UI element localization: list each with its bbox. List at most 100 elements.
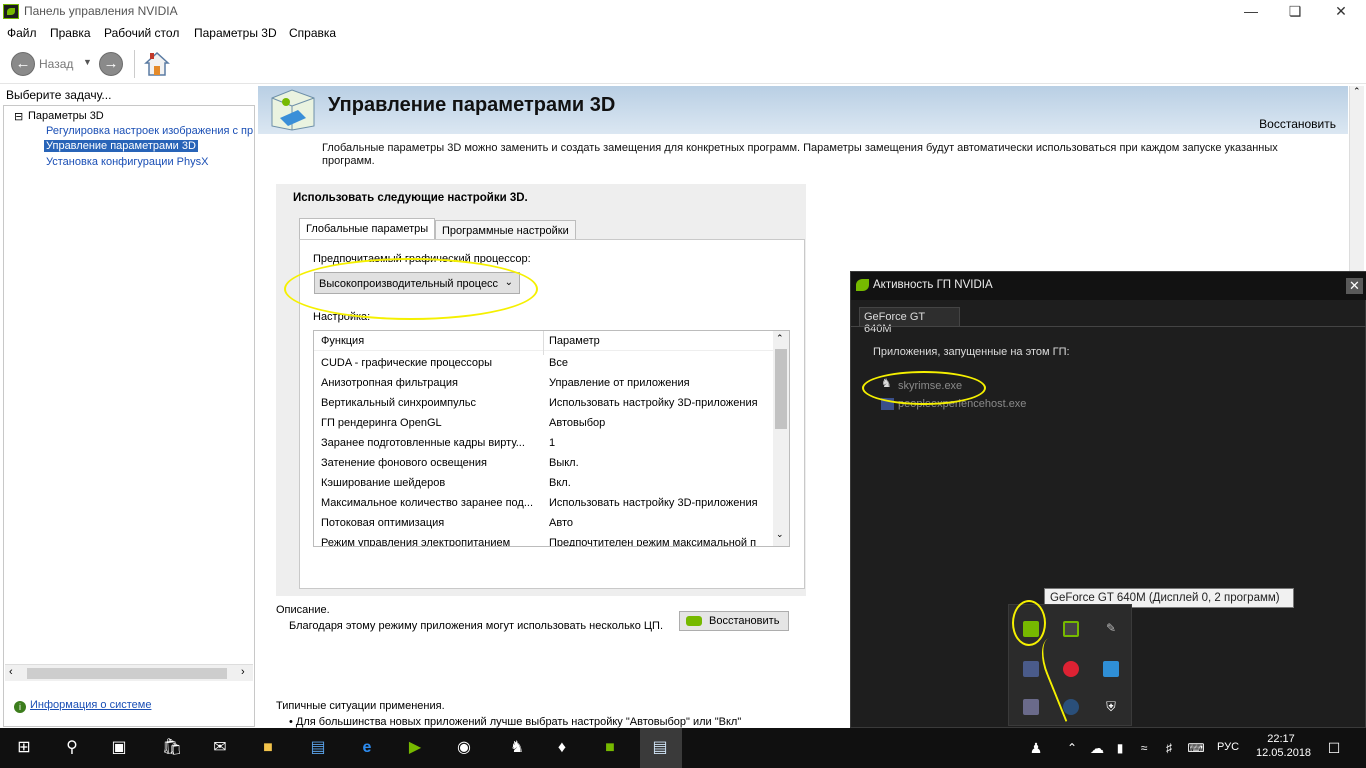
keyboard-icon[interactable]: ⌨: [1184, 736, 1208, 760]
window-title: Панель управления NVIDIA: [24, 4, 178, 18]
toolbar: ← Назад ▼ →: [0, 44, 1366, 84]
tab-gpu[interactable]: GeForce GT 640M: [859, 307, 960, 335]
start-icon[interactable]: ⊞: [12, 736, 36, 760]
restore-link[interactable]: Восстановить: [1259, 117, 1336, 131]
settings-panel: Использовать следующие настройки 3D. Гло…: [276, 184, 806, 631]
folder-icon[interactable]: ■: [256, 736, 280, 760]
description-text: Благодаря этому режиму приложения могут …: [289, 620, 664, 632]
scroll-up-icon[interactable]: ⌃: [776, 333, 784, 344]
edge-icon[interactable]: e: [355, 736, 379, 760]
tree-item-image-settings[interactable]: Регулировка настроек изображения с пр: [46, 125, 253, 137]
task-tree: ⊟ Параметры 3D Регулировка настроек изоб…: [3, 105, 255, 727]
computer-icon[interactable]: ▤: [306, 736, 330, 760]
volume-icon[interactable]: ♯: [1157, 736, 1181, 760]
highlight-annotation: [284, 258, 538, 320]
3d-settings-icon: [271, 89, 315, 131]
highlight-annotation: [1012, 600, 1046, 646]
gpu-activity-taskbar-icon[interactable]: ▤: [648, 736, 672, 760]
maximize-button[interactable]: ❏: [1272, 0, 1318, 24]
table-row[interactable]: Вертикальный синхроимпульс Использовать н…: [314, 393, 774, 413]
minimize-button[interactable]: —: [1228, 0, 1274, 24]
notifications-icon[interactable]: ☐: [1322, 736, 1346, 760]
task-view-icon[interactable]: ▣: [107, 736, 131, 760]
system-info-link[interactable]: i Информация о системе: [14, 699, 151, 713]
grid-header: Функция Параметр: [314, 331, 774, 351]
nvidia-app-icon: [3, 4, 19, 19]
menu-3d-settings[interactable]: Параметры 3D: [194, 26, 277, 40]
page-description: Глобальные параметры 3D можно заменить и…: [322, 142, 1278, 167]
battery-icon[interactable]: ▮: [1108, 736, 1132, 760]
clock-time: 22:17: [1267, 733, 1295, 745]
monitor-tray-icon[interactable]: [1023, 699, 1039, 715]
store-icon[interactable]: 🛍: [160, 736, 184, 760]
restore-button[interactable]: Восстановить: [679, 611, 789, 631]
geforce-icon[interactable]: ▶: [403, 736, 427, 760]
menu-desktop[interactable]: Рабочий стол: [104, 26, 179, 40]
nvidia-panel-icon[interactable]: ■: [598, 736, 622, 760]
scroll-thumb[interactable]: [27, 668, 227, 679]
tree-item-physx[interactable]: Установка конфигурации PhysX: [46, 156, 208, 168]
close-icon[interactable]: ✕: [1346, 278, 1363, 294]
gpu-activity-header: Активность ГП NVIDIA ✕: [851, 272, 1366, 300]
settings-header: Использовать следующие настройки 3D.: [293, 192, 528, 204]
home-icon[interactable]: [144, 51, 170, 77]
description-label: Описание.: [276, 604, 330, 616]
display-tray-icon[interactable]: [1023, 661, 1039, 677]
close-button[interactable]: ✕: [1318, 0, 1364, 24]
title-bar: Панель управления NVIDIA — ❏ ✕: [0, 0, 1366, 24]
steam-icon[interactable]: ◉: [452, 736, 476, 760]
nvidia-logo-icon: [686, 616, 702, 626]
mail-icon[interactable]: ✉: [208, 736, 232, 760]
wifi-icon[interactable]: ≈: [1132, 736, 1156, 760]
grid-scrollbar[interactable]: ⌃ ⌄: [773, 331, 789, 546]
tree-root-3d-settings[interactable]: Параметры 3D: [28, 110, 104, 122]
typical-text: • Для большинства новых приложений лучше…: [289, 716, 742, 728]
clock[interactable]: 22:17 12.05.2018: [1256, 732, 1311, 760]
table-row[interactable]: Кэширование шейдеров Вкл.: [314, 473, 774, 493]
tab-program[interactable]: Программные настройки: [435, 220, 576, 241]
tab-divider: [851, 326, 1366, 327]
gpu-activity-title: Активность ГП NVIDIA: [873, 279, 993, 291]
language-indicator[interactable]: РУС: [1217, 741, 1239, 753]
search-icon[interactable]: ⚲: [60, 736, 84, 760]
menu-edit[interactable]: Правка: [50, 26, 91, 40]
scroll-down-icon[interactable]: ⌄: [776, 529, 784, 540]
taskbar: ⊞ ⚲ ▣ 🛍 ✉ ■ ▤ e ▶ ◉ ♞ ♦ ■ ▤ ♟ ⌃ ☁ ▮ ≈ ♯ …: [0, 728, 1366, 768]
table-row[interactable]: Потоковая оптимизация Авто: [314, 513, 774, 533]
paint-icon[interactable]: ♦: [550, 736, 574, 760]
table-row[interactable]: Режим управления электропитанием Предпочт…: [314, 533, 774, 546]
apps-label: Приложения, запущенные на этом ГП:: [873, 346, 1070, 358]
scroll-left-icon[interactable]: ‹: [9, 666, 13, 678]
table-row[interactable]: Затенение фонового освещения Выкл.: [314, 453, 774, 473]
table-row[interactable]: Заранее подготовленные кадры вирту... 1: [314, 433, 774, 453]
tree-collapse-icon[interactable]: ⊟: [14, 110, 23, 123]
info-icon: i: [14, 701, 26, 713]
back-button-label[interactable]: Назад: [39, 57, 73, 71]
back-arrow-icon[interactable]: ←: [11, 52, 35, 76]
shield-tray-icon[interactable]: ⛨: [1103, 699, 1119, 715]
grid-scroll-thumb[interactable]: [775, 349, 787, 429]
nvidia-logo-icon: [856, 279, 869, 291]
chevron-up-icon[interactable]: ⌃: [1060, 736, 1084, 760]
settings-tray-icon[interactable]: [1103, 661, 1119, 677]
table-row[interactable]: Анизотропная фильтрация Управление от при…: [314, 373, 774, 393]
toolbar-divider: [134, 50, 135, 78]
table-row[interactable]: Максимальное количество заранее под... Ис…: [314, 493, 774, 513]
people-icon[interactable]: ♟: [1024, 736, 1048, 760]
onedrive-icon[interactable]: ☁: [1085, 736, 1109, 760]
menu-file[interactable]: Файл: [7, 26, 37, 40]
tab-global[interactable]: Глобальные параметры: [299, 218, 436, 240]
table-row[interactable]: CUDA - графические процессоры Все: [314, 353, 774, 373]
scroll-up-icon[interactable]: ⌃: [1353, 86, 1361, 97]
left-horizontal-scrollbar[interactable]: ‹ ›: [5, 664, 253, 681]
tree-item-manage-3d[interactable]: Управление параметрами 3D: [44, 140, 198, 152]
back-dropdown-icon[interactable]: ▼: [83, 57, 92, 67]
forward-arrow-icon[interactable]: →: [99, 52, 123, 76]
page-title: Управление параметрами 3D: [328, 94, 616, 116]
menu-help[interactable]: Справка: [289, 26, 336, 40]
table-row[interactable]: ГП рендеринга OpenGL Автовыбор: [314, 413, 774, 433]
pen-tray-icon[interactable]: ✎: [1103, 621, 1119, 637]
column-parameter: Параметр: [549, 335, 600, 347]
scroll-right-icon[interactable]: ›: [241, 666, 245, 678]
skyrim-icon[interactable]: ♞: [505, 736, 529, 760]
